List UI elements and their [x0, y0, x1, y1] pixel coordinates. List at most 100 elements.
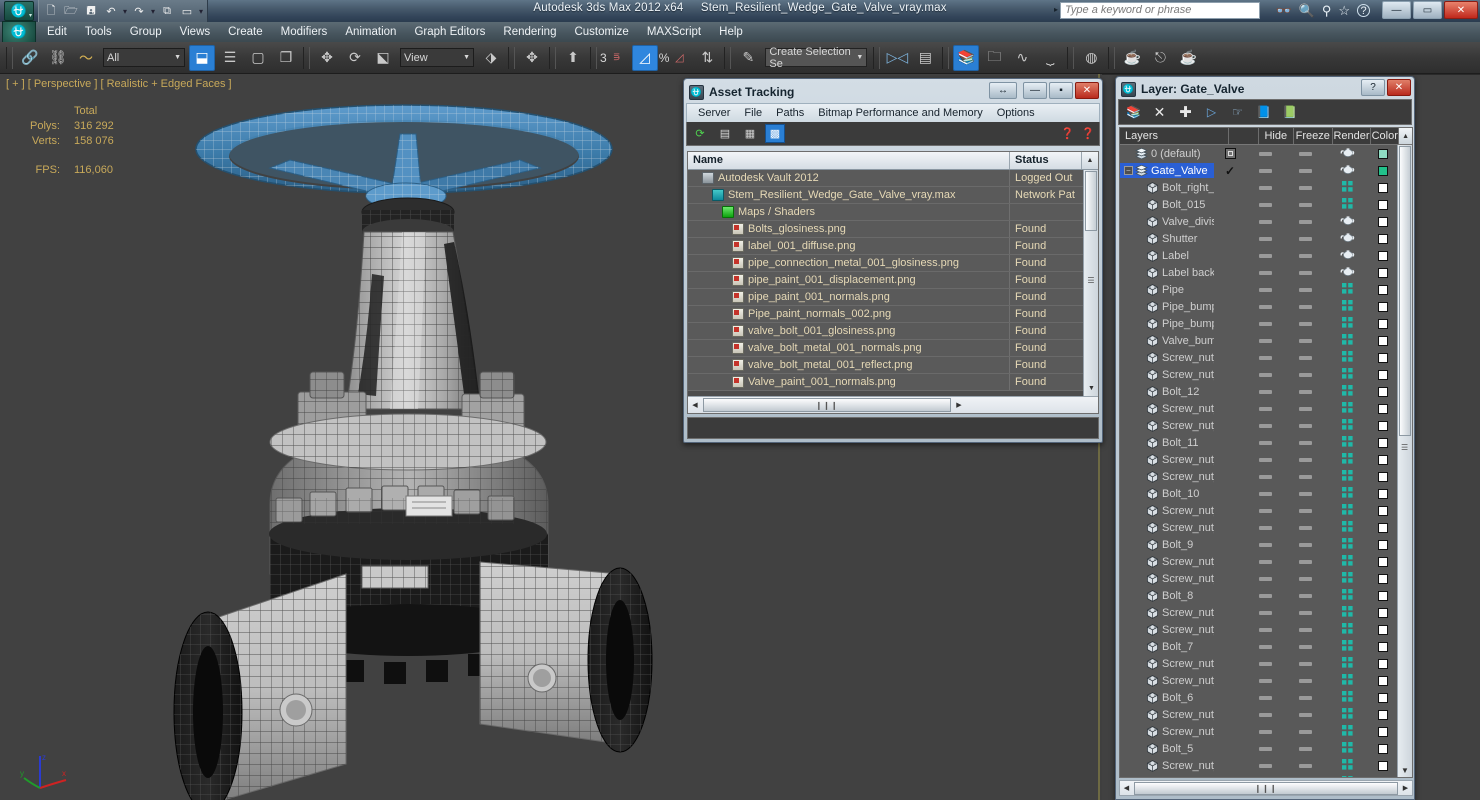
freeze-cell[interactable] — [1284, 536, 1326, 553]
color-cell[interactable] — [1368, 315, 1398, 332]
color-cell[interactable] — [1368, 553, 1398, 570]
layer-row[interactable]: Screw_nut_6 — [1120, 672, 1398, 689]
color-swatch[interactable] — [1378, 437, 1388, 448]
hide-toggle-icon[interactable] — [1258, 559, 1272, 564]
hide-cell[interactable] — [1246, 774, 1284, 777]
asset-row[interactable]: valve_bolt_metal_001_reflect.png Found — [688, 357, 1084, 374]
freeze-toggle-icon[interactable] — [1298, 729, 1312, 734]
hide-toggle-icon[interactable] — [1258, 355, 1272, 360]
asset-row[interactable]: Pipe_paint_normals_002.png Found — [688, 306, 1084, 323]
freeze-cell[interactable] — [1284, 468, 1326, 485]
asset-grid-vertical-scrollbar[interactable]: ☰ ▼ — [1083, 170, 1098, 396]
render-cell[interactable] — [1326, 604, 1368, 621]
renderable-mesh-icon[interactable] — [1341, 707, 1353, 722]
hide-cell[interactable] — [1246, 519, 1284, 536]
renderable-teapot-icon[interactable] — [1340, 266, 1355, 280]
color-swatch[interactable] — [1378, 471, 1388, 482]
layer-name-cell[interactable]: Bolt_015 — [1120, 197, 1214, 212]
renderable-mesh-icon[interactable] — [1341, 486, 1353, 501]
hide-cell[interactable] — [1246, 536, 1284, 553]
freeze-toggle-icon[interactable] — [1298, 253, 1312, 258]
layer-row[interactable]: Bolt_8 — [1120, 587, 1398, 604]
color-cell[interactable] — [1368, 230, 1398, 247]
layer-name-cell[interactable]: Valve_bump_righ — [1120, 333, 1214, 348]
freeze-cell[interactable] — [1284, 434, 1326, 451]
hide-toggle-icon[interactable] — [1258, 525, 1272, 530]
layer-row[interactable]: – Gate_Valve ✓ — [1120, 162, 1398, 179]
menu-edit[interactable]: Edit — [38, 24, 76, 40]
hide-cell[interactable] — [1246, 162, 1284, 179]
hide-cell[interactable] — [1246, 349, 1284, 366]
render-cell[interactable] — [1326, 587, 1368, 604]
select-and-scale-icon[interactable]: ⬕ — [370, 45, 396, 71]
hide-toggle-icon[interactable] — [1258, 287, 1272, 292]
render-cell[interactable] — [1326, 281, 1368, 298]
layer-row[interactable]: Pipe_bump_left_ — [1120, 315, 1398, 332]
current-layer-cell[interactable] — [1214, 281, 1246, 298]
hide-cell[interactable] — [1246, 621, 1284, 638]
layer-row[interactable]: Screw_nut_4 — [1120, 774, 1398, 777]
freeze-toggle-icon[interactable] — [1298, 508, 1312, 513]
help-icon[interactable]: ❓ — [1081, 127, 1095, 140]
layer-row[interactable]: Screw_nut_5 — [1120, 723, 1398, 740]
layer-row[interactable]: Screw_nut_9 — [1120, 519, 1398, 536]
render-cell[interactable] — [1326, 162, 1368, 179]
scroll-left-icon[interactable]: ◀ — [688, 401, 702, 409]
layer-name-cell[interactable]: Screw_nut_17 — [1120, 707, 1214, 722]
hide-toggle-icon[interactable] — [1258, 610, 1272, 615]
renderable-mesh-icon[interactable] — [1341, 469, 1353, 484]
color-cell[interactable] — [1368, 264, 1398, 281]
hide-cell[interactable] — [1246, 417, 1284, 434]
color-swatch[interactable] — [1378, 624, 1388, 635]
freeze-cell[interactable] — [1284, 247, 1326, 264]
curve-editor-icon[interactable]: ∿ — [1009, 45, 1035, 71]
freeze-cell[interactable] — [1284, 587, 1326, 604]
freeze-toggle-icon[interactable] — [1298, 321, 1312, 326]
hide-toggle-icon[interactable] — [1258, 440, 1272, 445]
render-cell[interactable] — [1326, 638, 1368, 655]
freeze-toggle-icon[interactable] — [1298, 644, 1312, 649]
menu-options[interactable]: Options — [990, 106, 1042, 120]
render-cell[interactable] — [1326, 621, 1368, 638]
current-layer-cell[interactable] — [1214, 536, 1246, 553]
detail-view-icon[interactable]: ▦ — [740, 124, 760, 143]
layer-row[interactable]: Valve_division — [1120, 213, 1398, 230]
color-swatch[interactable] — [1378, 165, 1388, 176]
freeze-cell[interactable] — [1284, 298, 1326, 315]
color-swatch[interactable] — [1378, 726, 1388, 737]
color-cell[interactable] — [1368, 689, 1398, 706]
layer-row[interactable]: Screw_nut_22 — [1120, 451, 1398, 468]
close-button[interactable]: ✕ — [1075, 82, 1099, 99]
render-cell[interactable] — [1326, 672, 1368, 689]
hide-toggle-icon[interactable] — [1258, 389, 1272, 394]
renderable-mesh-icon[interactable] — [1341, 758, 1353, 773]
layer-name-cell[interactable]: Screw_nut_7 — [1120, 622, 1214, 637]
subscription-icon[interactable]: ⚲ — [1322, 3, 1332, 19]
select-object-icon[interactable]: ⬓ — [189, 44, 215, 71]
color-swatch[interactable] — [1378, 216, 1388, 227]
hide-cell[interactable] — [1246, 672, 1284, 689]
renderable-mesh-icon[interactable] — [1341, 299, 1353, 314]
layer-name-cell[interactable]: Screw_nut_23 — [1120, 401, 1214, 416]
renderable-mesh-icon[interactable] — [1341, 571, 1353, 586]
render-cell[interactable] — [1326, 706, 1368, 723]
freeze-toggle-icon[interactable] — [1298, 236, 1312, 241]
list-view-icon[interactable]: ▤ — [715, 124, 735, 143]
material-editor-icon[interactable]: ◍ — [1078, 45, 1104, 71]
rendered-frame-window-icon[interactable]: ⎋ — [1147, 45, 1173, 71]
current-layer-cell[interactable] — [1214, 247, 1246, 264]
refresh-icon[interactable]: ⟳ — [690, 124, 710, 143]
layer-name-cell[interactable]: Screw_nut_5 — [1120, 724, 1214, 739]
render-cell[interactable] — [1326, 298, 1368, 315]
spinner-snap-toggle-icon[interactable]: ⇅ — [694, 45, 720, 71]
current-layer-cell[interactable] — [1214, 757, 1246, 774]
freeze-cell[interactable] — [1284, 383, 1326, 400]
asset-row[interactable]: Stem_Resilient_Wedge_Gate_Valve_vray.max… — [688, 187, 1084, 204]
hide-cell[interactable] — [1246, 196, 1284, 213]
hide-cell[interactable] — [1246, 281, 1284, 298]
color-swatch[interactable] — [1378, 590, 1388, 601]
hide-toggle-icon[interactable] — [1258, 270, 1272, 275]
freeze-cell[interactable] — [1284, 621, 1326, 638]
color-swatch[interactable] — [1378, 641, 1388, 652]
menu-animation[interactable]: Animation — [336, 24, 405, 40]
